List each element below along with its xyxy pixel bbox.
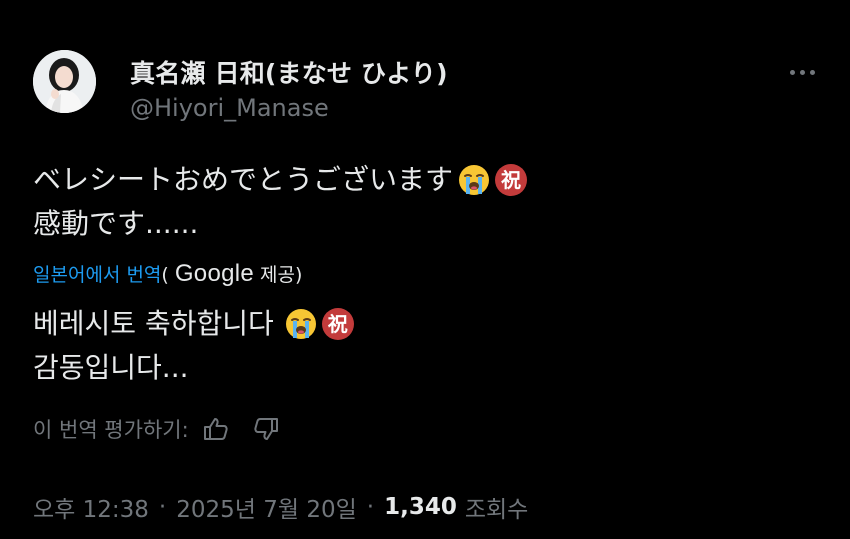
original-text-line-2: 感動です...... bbox=[33, 207, 199, 240]
tweet-time[interactable]: 오후 12:38 bbox=[33, 490, 149, 524]
separator-dot: · bbox=[158, 494, 167, 520]
original-line-1: ベレシートおめでとうございます 祝 bbox=[33, 158, 528, 202]
translation-attribution: 일본어에서 번역 ( Google 제공) bbox=[33, 260, 302, 288]
paren-open: ( bbox=[161, 264, 169, 286]
separator-dot: · bbox=[366, 494, 375, 520]
celebration-kanji-emoji: 祝 bbox=[495, 164, 528, 196]
more-dot bbox=[809, 69, 815, 75]
thumb-up-button[interactable] bbox=[201, 414, 231, 444]
thumb-up-icon bbox=[203, 418, 228, 440]
thumb-down-button[interactable] bbox=[251, 414, 281, 444]
avatar[interactable] bbox=[33, 50, 96, 113]
provided-by-label: 제공) bbox=[260, 264, 303, 286]
translated-from-link[interactable]: 일본어에서 번역 bbox=[33, 260, 161, 287]
more-horizontal-icon bbox=[789, 69, 795, 75]
translated-text-line-2: 감동입니다... bbox=[33, 351, 189, 384]
tweet-metadata: 오후 12:38 · 2025년 7월 20일 · 1,340 조회수 bbox=[33, 490, 528, 524]
google-logo-text: Google bbox=[174, 260, 255, 287]
author-display-name[interactable]: 真名瀬 日和(まなせ ひより) bbox=[130, 54, 448, 90]
rate-translation-row: 이 번역 평가하기: bbox=[33, 414, 281, 444]
more-dot bbox=[799, 69, 805, 75]
tweet: 真名瀬 日和(まなせ ひより) @Hiyori_Manase ベレシートおめでと… bbox=[0, 0, 850, 539]
loudly-crying-face-emoji bbox=[285, 309, 316, 339]
tweet-original-text: ベレシートおめでとうございます 祝 感動です...... bbox=[33, 158, 528, 246]
tweet-date[interactable]: 2025년 7월 20일 bbox=[176, 490, 357, 524]
profile-photo bbox=[33, 50, 96, 113]
views-count: 1,340 bbox=[384, 494, 457, 520]
original-text-line-1: ベレシートおめでとうございます bbox=[33, 163, 454, 196]
celebration-kanji-emoji: 祝 bbox=[321, 308, 354, 340]
original-line-2: 感動です...... bbox=[33, 202, 527, 246]
translated-line-2: 감동입니다... bbox=[33, 346, 354, 390]
author-handle[interactable]: @Hiyori_Manase bbox=[130, 94, 329, 122]
rate-translation-label: 이 번역 평가하기: bbox=[33, 418, 189, 442]
thumb-down-icon bbox=[254, 418, 278, 440]
translated-line-1: 베레시토 축하합니다 祝 bbox=[33, 302, 354, 346]
loudly-crying-face-emoji bbox=[459, 165, 490, 195]
views-label: 조회수 bbox=[464, 497, 529, 523]
tweet-translated-text: 베레시토 축하합니다 祝 감동입니다... bbox=[33, 302, 354, 390]
translated-text-line-1: 베레시토 축하합니다 bbox=[33, 307, 274, 340]
more-options-button[interactable] bbox=[784, 58, 820, 86]
